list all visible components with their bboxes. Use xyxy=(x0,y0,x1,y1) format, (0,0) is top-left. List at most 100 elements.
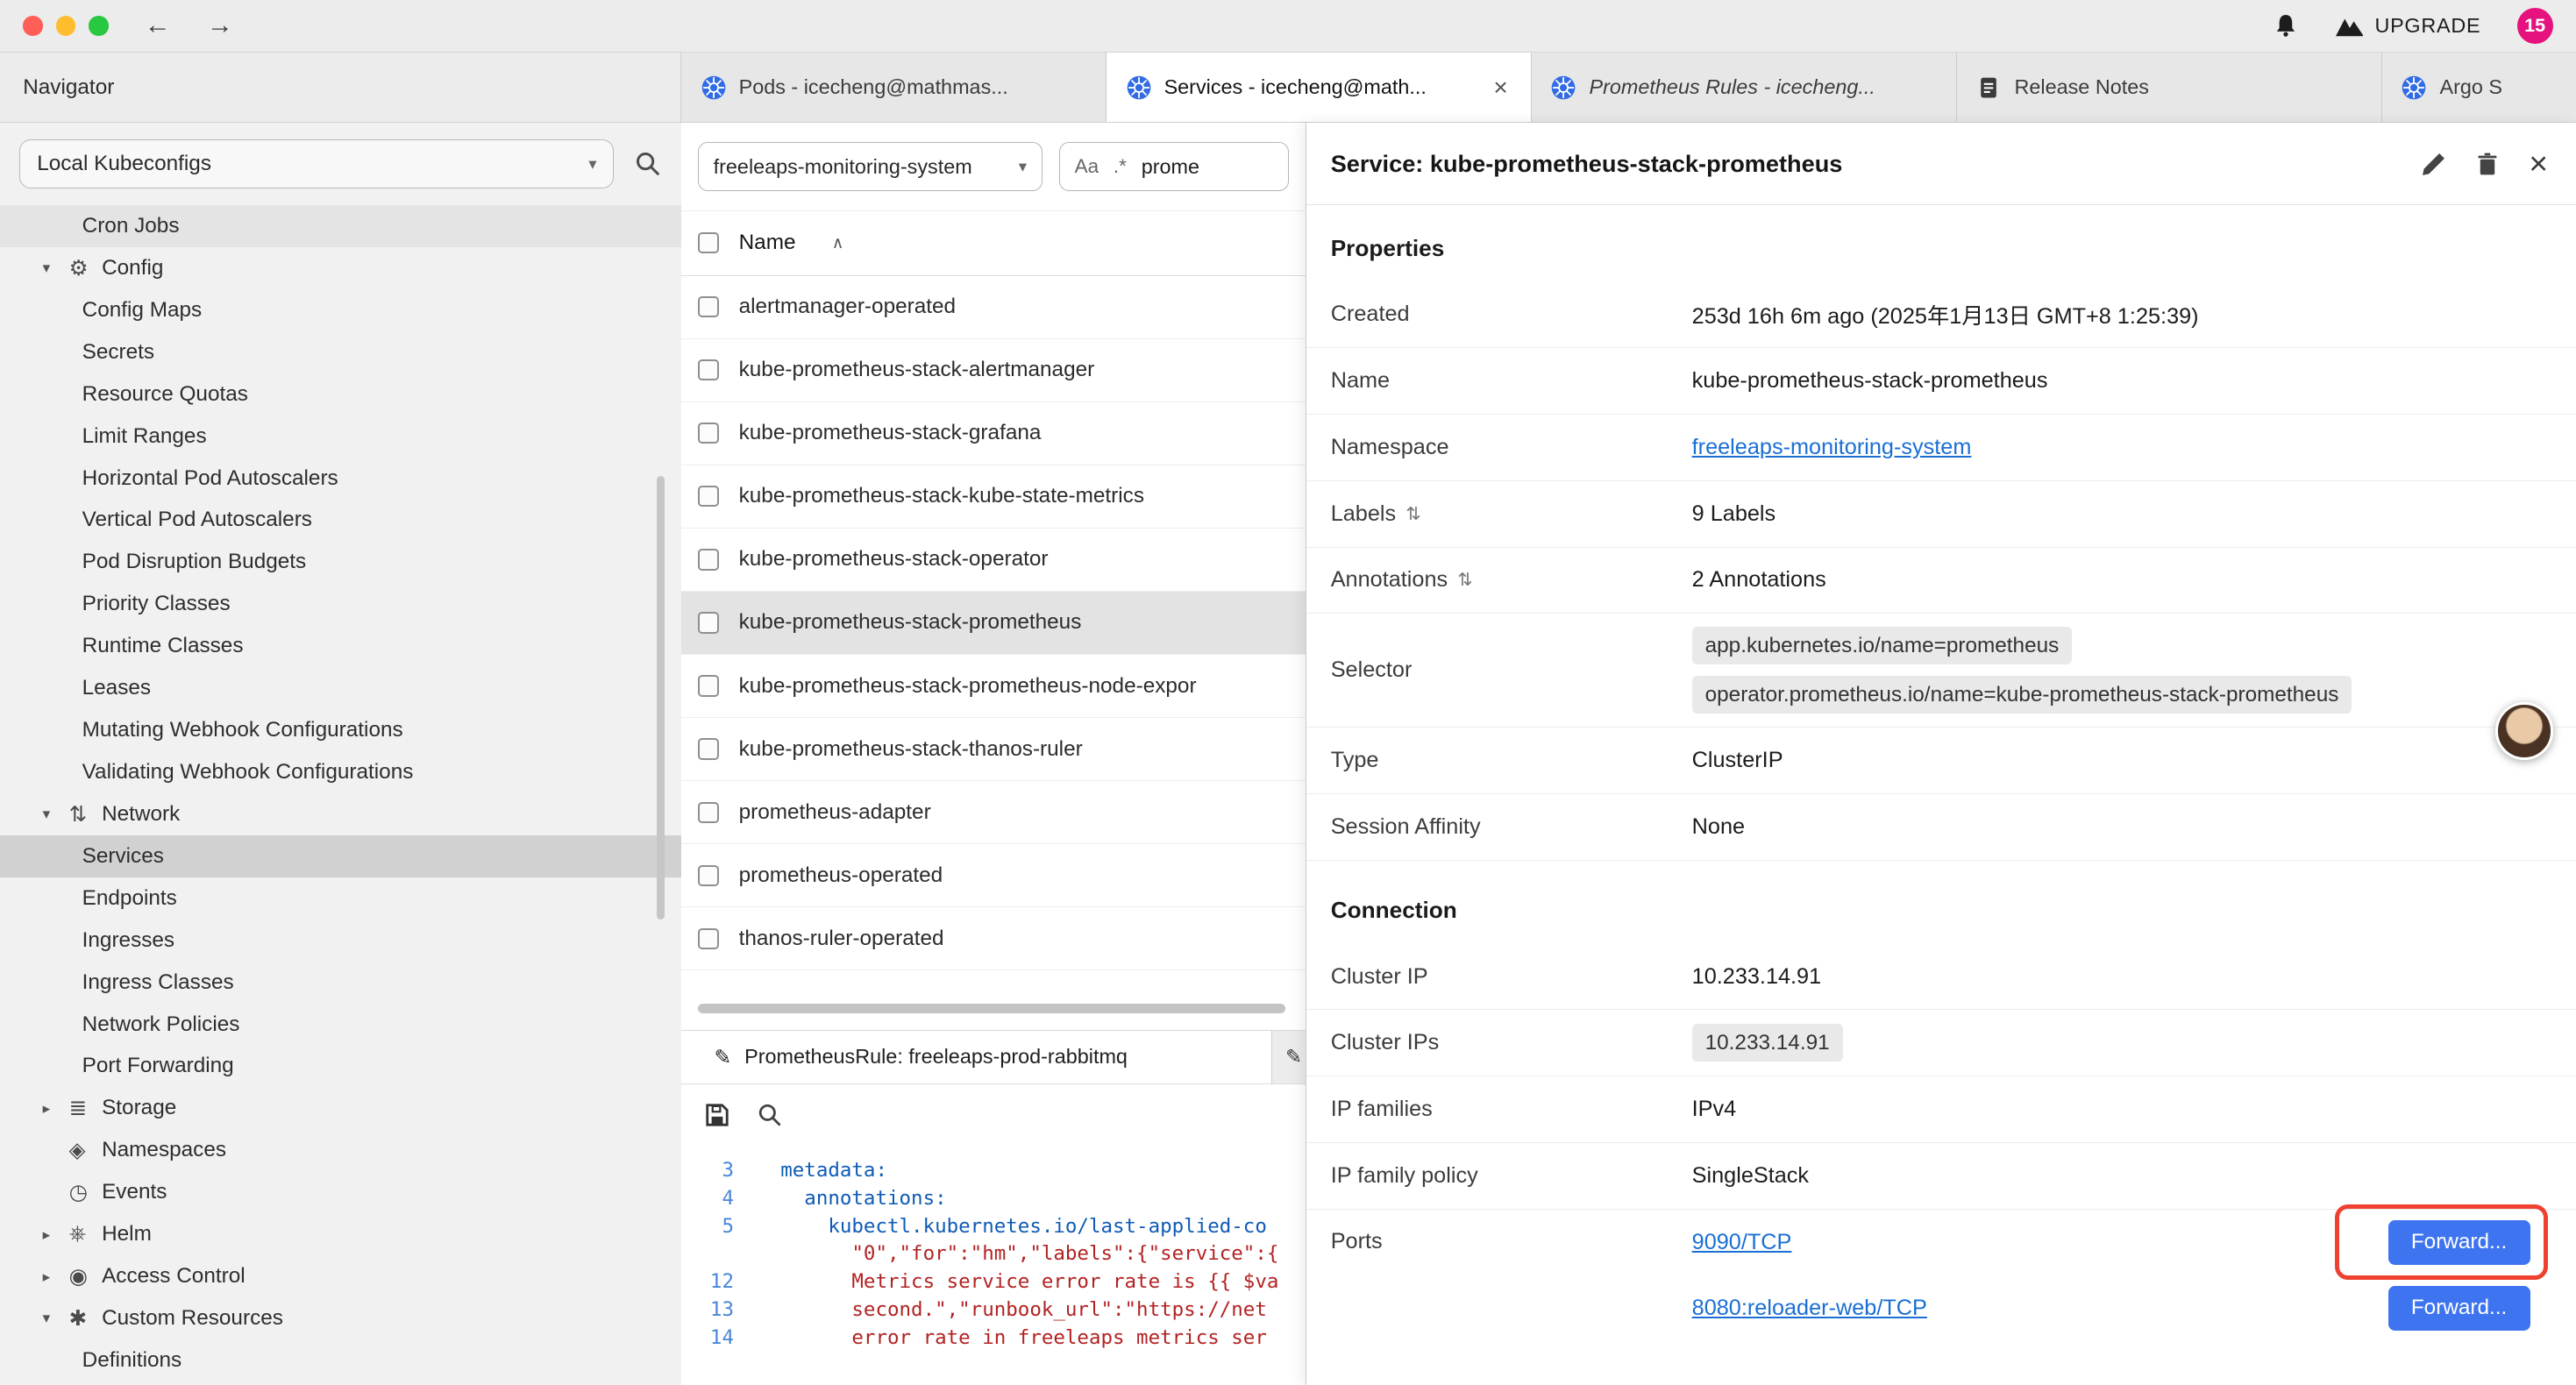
sidebar-item[interactable]: Secrets xyxy=(0,331,681,373)
table-row[interactable]: kube-prometheus-stack-prometheus xyxy=(681,592,1306,655)
sidebar-item[interactable]: ▾ ✱ Custom Resources xyxy=(0,1297,681,1339)
cluster-ips-label: Cluster IPs xyxy=(1331,1030,1692,1055)
minimize-window-button[interactable] xyxy=(56,16,75,35)
list-search-input[interactable]: Aa .* prome xyxy=(1059,142,1289,191)
port-link[interactable]: 9090/TCP xyxy=(1692,1230,1792,1255)
sidebar-item[interactable]: Pod Disruption Budgets xyxy=(0,541,681,583)
sidebar-item[interactable]: ▸ ⎈ Helm xyxy=(0,1213,681,1255)
sidebar-item[interactable]: Definitions xyxy=(0,1339,681,1381)
table-row[interactable]: prometheus-operated xyxy=(681,844,1306,907)
row-checkbox[interactable] xyxy=(698,549,719,570)
upgrade-button[interactable]: UPGRADE xyxy=(2336,13,2481,38)
name-column-header[interactable]: Name xyxy=(739,231,796,255)
kubeconfig-selector[interactable]: Local Kubeconfigs ▾ xyxy=(19,139,614,188)
sidebar-item[interactable]: Limit Ranges xyxy=(0,416,681,458)
port-link[interactable]: 8080:reloader-web/TCP xyxy=(1692,1296,1927,1321)
table-row[interactable]: kube-prometheus-stack-alertmanager xyxy=(681,339,1306,402)
search-icon[interactable] xyxy=(634,150,662,178)
forward-port-button[interactable]: Forward... xyxy=(2388,1286,2530,1330)
sidebar-item[interactable]: Validating Webhook Configurations xyxy=(0,751,681,793)
sidebar-item[interactable]: Ingress Classes xyxy=(0,962,681,1004)
sidebar-item[interactable]: Ingresses xyxy=(0,920,681,962)
row-checkbox[interactable] xyxy=(698,359,719,380)
horizontal-scrollbar[interactable] xyxy=(698,1004,1285,1013)
sidebar-item[interactable]: Config Maps xyxy=(0,289,681,331)
sidebar-item-label: Config Maps xyxy=(82,298,203,323)
row-checkbox[interactable] xyxy=(698,296,719,317)
editor-search-icon[interactable] xyxy=(757,1102,783,1128)
close-window-button[interactable] xyxy=(23,16,42,35)
table-row[interactable]: kube-prometheus-stack-grafana xyxy=(681,402,1306,465)
edit-pencil-icon[interactable] xyxy=(2421,151,2447,177)
sidebar-item[interactable]: ◷ Events xyxy=(0,1171,681,1213)
sidebar-item[interactable]: Endpoints xyxy=(0,877,681,920)
save-icon[interactable] xyxy=(704,1102,730,1128)
expand-labels-icon[interactable]: ⇅ xyxy=(1405,503,1420,525)
sidebar-item[interactable]: ▾ ⚙ Config xyxy=(0,247,681,289)
regex-toggle[interactable]: .* xyxy=(1114,155,1127,178)
row-checkbox[interactable] xyxy=(698,675,719,696)
sidebar-item[interactable]: ▸ ≣ Storage xyxy=(0,1087,681,1129)
namespace-selector[interactable]: freeleaps-monitoring-system ▾ xyxy=(698,142,1042,191)
sidebar-item[interactable]: ▾ ⇅ Network xyxy=(0,793,681,835)
table-row[interactable]: kube-prometheus-stack-prometheus-node-ex… xyxy=(681,655,1306,718)
yaml-editor[interactable]: 3 metadata: 4 annotations: 5 kubectl.kub… xyxy=(681,1147,1306,1385)
sidebar-item[interactable]: Priority Classes xyxy=(0,583,681,625)
chevron-icon: ▸ xyxy=(43,1268,69,1286)
sidebar-item[interactable]: Port Forwarding xyxy=(0,1045,681,1087)
sidebar-item[interactable]: Leases xyxy=(0,667,681,709)
code-text: error rate in freeleaps metrics ser xyxy=(757,1326,1267,1349)
app-tab[interactable]: Pods - icecheng@mathmas... xyxy=(681,53,1107,123)
notifications-bell-icon[interactable] xyxy=(2273,12,2299,39)
sort-ascending-icon[interactable]: ∧ xyxy=(832,233,844,252)
expand-annotations-icon[interactable]: ⇅ xyxy=(1457,569,1472,591)
sidebar-item[interactable]: Cron Jobs xyxy=(0,205,681,247)
sidebar-item[interactable]: Horizontal Pod Autoscalers xyxy=(0,458,681,500)
user-avatar[interactable] xyxy=(2495,702,2553,760)
namespace-link[interactable]: freeleaps-monitoring-system xyxy=(1692,435,1972,459)
editor-tab-label: PrometheusRule: freeleaps-prod-rabbitmq xyxy=(744,1045,1128,1069)
row-checkbox[interactable] xyxy=(698,802,719,823)
annotations-value: 2 Annotations xyxy=(1692,567,2551,593)
app-tab[interactable]: Services - icecheng@math... × xyxy=(1107,53,1532,123)
sidebar-item[interactable]: Services xyxy=(0,835,681,877)
close-tab-icon[interactable]: × xyxy=(1491,74,1512,102)
table-row[interactable]: kube-prometheus-stack-thanos-ruler xyxy=(681,718,1306,781)
row-checkbox[interactable] xyxy=(698,423,719,444)
editor-tabs: Pods - icecheng@mathmas... xyxy=(681,53,2576,123)
row-checkbox[interactable] xyxy=(698,738,719,759)
table-row[interactable]: alertmanager-operated xyxy=(681,276,1306,339)
next-editor-tab-partial[interactable]: ✎ xyxy=(1272,1031,1305,1083)
close-drawer-icon[interactable]: × xyxy=(2529,147,2548,180)
delete-trash-icon[interactable] xyxy=(2474,151,2501,177)
sidebar-item[interactable]: ◈ Namespaces xyxy=(0,1129,681,1171)
sidebar-item[interactable]: ▸ ◉ Access Control xyxy=(0,1255,681,1297)
select-all-checkbox[interactable] xyxy=(698,232,719,253)
sidebar-item[interactable]: Vertical Pod Autoscalers xyxy=(0,500,681,542)
row-checkbox[interactable] xyxy=(698,486,719,507)
ports-label: Ports xyxy=(1331,1229,1692,1254)
table-row[interactable]: thanos-ruler-operated xyxy=(681,907,1306,970)
forward-button[interactable]: → xyxy=(207,12,233,39)
back-button[interactable]: ← xyxy=(145,12,171,39)
row-checkbox[interactable] xyxy=(698,612,719,633)
sidebar-item[interactable]: Network Policies xyxy=(0,1004,681,1046)
app-tab[interactable]: Prometheus Rules - icecheng... xyxy=(1532,53,1957,123)
prometheusrule-editor-tab[interactable]: ✎ PrometheusRule: freeleaps-prod-rabbitm… xyxy=(681,1031,1272,1083)
forward-port-button[interactable]: Forward... xyxy=(2388,1220,2530,1264)
notification-count-badge[interactable]: 15 xyxy=(2517,8,2553,44)
match-case-toggle[interactable]: Aa xyxy=(1075,155,1099,178)
code-text: metadata: xyxy=(757,1159,887,1182)
row-checkbox[interactable] xyxy=(698,865,719,886)
row-checkbox[interactable] xyxy=(698,928,719,949)
app-tab[interactable]: Argo S xyxy=(2382,53,2576,123)
table-row[interactable]: kube-prometheus-stack-kube-state-metrics xyxy=(681,465,1306,529)
sidebar-item[interactable]: Runtime Classes xyxy=(0,625,681,667)
maximize-window-button[interactable] xyxy=(89,16,108,35)
sidebar-item[interactable]: Resource Quotas xyxy=(0,373,681,416)
app-tab[interactable]: Release Notes xyxy=(1957,53,2382,123)
sidebar-scrollbar[interactable] xyxy=(657,476,665,920)
table-row[interactable]: kube-prometheus-stack-operator xyxy=(681,529,1306,592)
table-row[interactable]: prometheus-adapter xyxy=(681,781,1306,844)
sidebar-item[interactable]: Mutating Webhook Configurations xyxy=(0,709,681,751)
